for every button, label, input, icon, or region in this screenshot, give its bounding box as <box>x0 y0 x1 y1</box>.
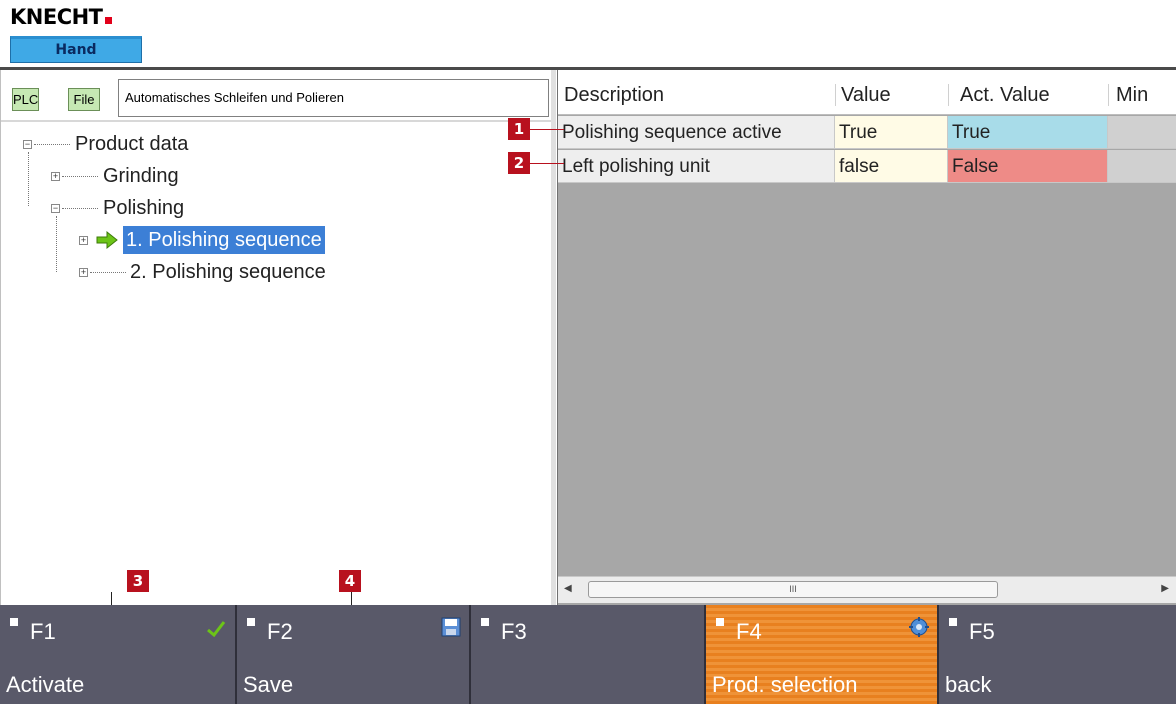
product-tree-pane: PLC File Automatisches Schleifen und Pol… <box>0 70 555 605</box>
f2-save-button[interactable]: F2 Save <box>237 605 471 704</box>
callout-marker-1: 1 <box>508 118 530 140</box>
app-header: KNECHT Hand <box>0 0 1176 70</box>
mode-badge: Hand <box>10 36 142 63</box>
tree-node-grinding[interactable]: + Grinding <box>1 162 401 190</box>
tree-node-polishing-sequence-1[interactable]: + 1. Polishing sequence <box>1 226 401 254</box>
cell-description: Left polishing unit <box>558 150 835 183</box>
column-header-description[interactable]: Description <box>558 70 835 115</box>
key-code: F1 <box>30 619 56 644</box>
parameter-grid: Description Value Act. Value Min Polishi… <box>557 70 1176 605</box>
pane-splitter[interactable] <box>551 70 556 605</box>
key-code: F4 <box>736 619 762 644</box>
column-header-act-value[interactable]: Act. Value <box>954 70 1108 115</box>
column-header-min[interactable]: Min <box>1110 70 1176 115</box>
gear-icon <box>909 617 929 637</box>
key-label: Activate <box>6 672 85 697</box>
table-row[interactable]: Polishing sequence active True True <box>558 116 1176 150</box>
tree-label: Grinding <box>103 165 179 187</box>
table-row[interactable]: Left polishing unit false False <box>558 150 1176 184</box>
plc-button[interactable]: PLC <box>12 88 39 111</box>
tree-label: Polishing <box>103 197 185 219</box>
callout-marker-3: 3 <box>127 570 149 592</box>
key-led <box>247 618 255 626</box>
collapse-icon[interactable]: − <box>51 204 60 213</box>
key-led <box>481 618 489 626</box>
column-header-value[interactable]: Value <box>835 70 948 115</box>
save-icon <box>441 617 461 637</box>
tree-label: 1. Polishing sequence <box>123 226 325 254</box>
knecht-logo: KNECHT <box>10 5 112 29</box>
path-field[interactable]: Automatisches Schleifen und Polieren <box>118 79 549 117</box>
collapse-icon[interactable]: − <box>23 140 32 149</box>
key-led <box>949 618 957 626</box>
tree-label: Product data <box>75 133 189 155</box>
key-label: Save <box>243 672 294 697</box>
scroll-left-icon[interactable]: ◀ <box>564 583 572 594</box>
key-led <box>10 618 18 626</box>
callout-marker-4: 4 <box>339 570 361 592</box>
file-button[interactable]: File <box>68 88 100 111</box>
cell-description: Polishing sequence active <box>558 116 835 149</box>
tree-label: 2. Polishing sequence <box>130 261 326 283</box>
key-code: F2 <box>267 619 293 644</box>
key-label: back <box>945 672 992 697</box>
f4-prod-selection-button[interactable]: F4 Prod. selection <box>706 605 939 704</box>
key-led <box>716 618 724 626</box>
callout-marker-2: 2 <box>508 152 530 174</box>
green-arrow-icon <box>96 230 118 250</box>
callout-leader-1 <box>530 129 564 130</box>
callout-leader-2 <box>530 163 564 164</box>
cell-min <box>1108 150 1176 183</box>
tree-node-polishing[interactable]: − Polishing <box>1 194 401 222</box>
key-label: Prod. selection <box>712 672 858 697</box>
f1-activate-button[interactable]: F1 Activate <box>0 605 237 704</box>
horizontal-scrollbar[interactable]: ◀ III ▶ <box>558 576 1176 603</box>
tree-node-polishing-sequence-2[interactable]: + 2. Polishing sequence <box>1 258 401 286</box>
cell-value[interactable]: True <box>835 116 948 149</box>
grid-header: Description Value Act. Value Min <box>558 70 1176 115</box>
f3-button[interactable]: F3 <box>471 605 706 704</box>
tree-node-product-data[interactable]: − Product data <box>1 130 401 158</box>
scroll-right-icon[interactable]: ▶ <box>1161 583 1169 594</box>
check-icon <box>207 621 226 638</box>
function-key-bar: F1 Activate F2 Save F3 F4 Prod. selectio… <box>0 605 1176 704</box>
scroll-thumb[interactable]: III <box>588 581 998 598</box>
cell-value[interactable]: false <box>835 150 948 183</box>
cell-act-value: False <box>948 150 1108 183</box>
expand-icon[interactable]: + <box>51 172 60 181</box>
expand-icon[interactable]: + <box>79 236 88 245</box>
cell-min <box>1108 116 1176 149</box>
expand-icon[interactable]: + <box>79 268 88 277</box>
key-code: F3 <box>501 619 527 644</box>
cell-act-value: True <box>948 116 1108 149</box>
product-tree: − Product data + Grinding − Polishing + … <box>1 122 555 602</box>
f5-back-button[interactable]: F5 back <box>939 605 1176 704</box>
key-code: F5 <box>969 619 995 644</box>
